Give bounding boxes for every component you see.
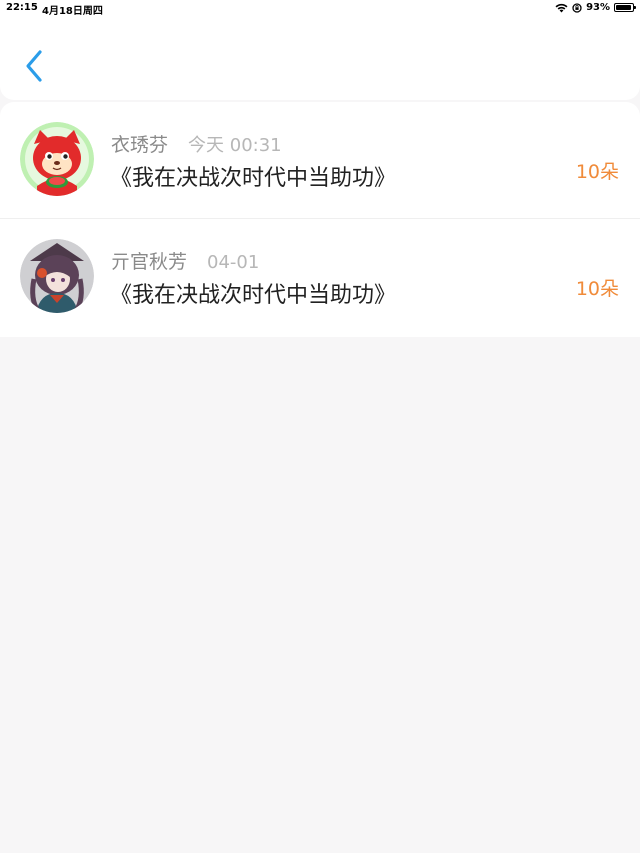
status-date: 4月18日周四 [42,6,103,17]
battery-fill [616,5,631,10]
record-meta: 衣琇芬 今天 00:31 [111,130,282,157]
record-time: 04-01 [207,252,260,273]
battery-percent: 93% [586,2,610,13]
list-item[interactable]: 衣琇芬 今天 00:31 《我在决战次时代中当助功》 10朵 [0,102,640,219]
status-bar: 22:15 4月18日周四 93% [0,0,640,18]
navigation-bar [0,18,640,100]
sender-name: 亓官秋芳 [111,251,188,273]
book-title: 《我在决战次时代中当助功》 [110,283,397,308]
status-time: 22:15 [6,2,38,13]
record-meta: 亓官秋芳 04-01 [111,247,259,274]
flower-amount: 10朵 [575,161,619,183]
wifi-icon [555,3,568,12]
red-fox-avatar [20,122,94,196]
gift-record-list: 衣琇芬 今天 00:31 《我在决战次时代中当助功》 10朵 亓官秋芳 04-0… [0,102,640,337]
list-item[interactable]: 亓官秋芳 04-01 《我在决战次时代中当助功》 10朵 [0,219,640,337]
record-time: 今天 00:31 [188,135,282,156]
sender-name: 衣琇芬 [111,134,169,156]
status-right: 93% [555,2,636,13]
back-button[interactable] [18,46,52,86]
battery-icon [614,3,636,12]
flower-amount: 10朵 [575,278,619,300]
orientation-lock-icon [572,2,582,13]
avatar[interactable] [20,122,94,196]
avatar[interactable] [20,239,94,313]
book-title: 《我在决战次时代中当助功》 [110,166,397,191]
anime-girl-avatar [20,239,94,313]
chevron-left-icon [26,50,42,82]
